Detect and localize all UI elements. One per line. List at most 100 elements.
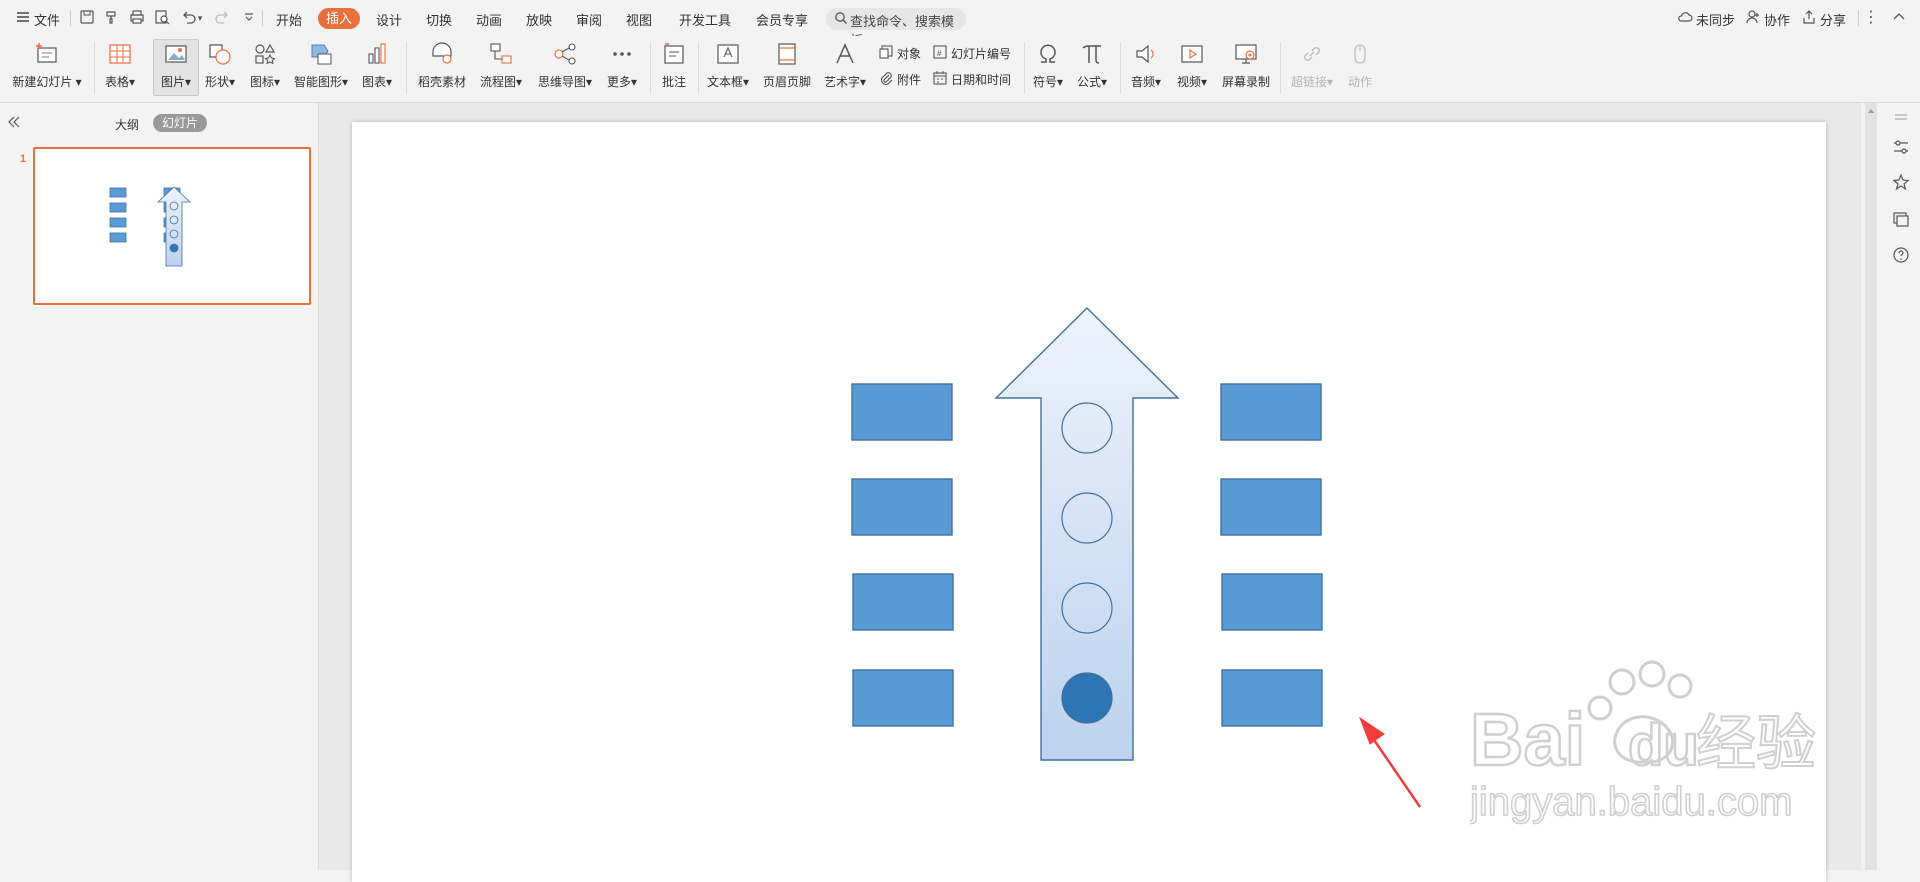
chart-button[interactable]: 图表▾ [356,38,398,98]
datetime-button[interactable]: 日期和时间 [932,68,1018,88]
help-icon[interactable] [1891,245,1911,265]
vertical-scrollbar[interactable] [1865,103,1877,870]
tab-slides[interactable]: 幻灯片 [153,114,208,132]
tab-review[interactable]: 审阅 [576,10,602,29]
animation-star-icon[interactable] [1891,173,1911,193]
properties-sliders-icon[interactable] [1891,137,1911,157]
collapse-panel-icon[interactable] [6,114,22,130]
screen-record-label: 屏幕录制 [1221,75,1270,89]
picture-icon [163,42,189,66]
tab-member[interactable]: 会员专享 [756,10,808,29]
arrow-circle-4[interactable] [1061,672,1113,724]
print-icon[interactable] [128,9,146,27]
header-footer-button[interactable]: 页眉页脚 [758,38,816,98]
watermark-url: jingyan.baidu.com [1470,780,1792,824]
action-label: 动作 [1347,75,1372,89]
right-rectangle-1[interactable] [1220,383,1322,441]
new-slide-label: 新建幻灯片 [12,75,73,89]
scroll-up-icon[interactable] [1868,109,1874,113]
pi-formula-icon [1079,42,1105,66]
collaborate-button[interactable]: 协作 [1764,10,1790,29]
left-rectangle-4[interactable] [852,669,954,727]
audio-button[interactable]: 音频▾ [1126,38,1166,98]
tab-transitions[interactable]: 切换 [426,10,452,29]
left-rectangle-3[interactable] [852,573,954,631]
file-menu[interactable]: 文件 [34,10,60,29]
shape-button[interactable]: 形状▾ [200,38,240,98]
speaker-icon [1133,42,1159,66]
symbol-label: 符号 [1032,75,1057,89]
left-rectangle-1[interactable] [851,383,953,441]
customize-toolbar-icon[interactable] [240,9,258,27]
paperclip-icon [878,70,894,86]
textbox-button[interactable]: 文本框▾ [704,38,752,98]
baidu-jingyan-watermark: Bai du 经验 jingyan.baidu.com [1468,660,1840,830]
screen-record-icon [1233,42,1259,66]
undo-dropdown-icon[interactable]: ▾ [196,9,204,27]
picture-label: 图片 [160,75,185,89]
right-rectangle-4[interactable] [1221,669,1323,727]
share-button[interactable]: 分享 [1820,10,1846,29]
wordart-button[interactable]: 艺术字▾ [820,38,870,98]
screen-record-button[interactable]: 屏幕录制 [1218,38,1274,98]
tab-view[interactable]: 视图 [626,10,652,29]
shape-label: 形状 [204,75,229,89]
redo-icon[interactable] [213,9,231,27]
object-button[interactable]: 对象 [878,42,928,62]
mindmap-icon [552,42,578,66]
video-button[interactable]: 视频▾ [1172,38,1212,98]
tab-developer[interactable]: 开发工具 [679,10,731,29]
daoke-material-icon [429,42,455,66]
table-button[interactable]: 表格▾ [100,38,140,98]
hyperlink-button[interactable]: 超链接▾ [1286,38,1338,98]
more-button[interactable]: 更多▾ [602,38,642,98]
mindmap-button[interactable]: 思维导图▾ [534,38,596,98]
collaborate-icon[interactable] [1744,9,1762,27]
daoke-material-button[interactable]: 稻壳素材 [412,38,472,98]
left-rectangle-2[interactable] [851,478,953,536]
hyperlink-label: 超链接 [1290,75,1327,89]
action-button[interactable]: 动作 [1342,38,1378,98]
tab-home[interactable]: 开始 [276,10,302,29]
slide-transition-icon[interactable] [1891,209,1911,229]
right-rectangle-2[interactable] [1220,478,1322,536]
right-rectangle-3[interactable] [1221,573,1323,631]
picture-button[interactable]: 图片▾ [154,38,198,98]
hamburger-menu-icon[interactable] [14,9,32,27]
collapse-ribbon-icon[interactable] [1890,9,1908,27]
smart-art-button[interactable]: 智能图形▾ [290,38,352,98]
tab-design[interactable]: 设计 [376,10,402,29]
new-slide-button[interactable]: 新建幻灯片 ▾ [8,38,86,98]
tab-insert[interactable]: 插入 [318,8,360,29]
object-icon [878,44,894,60]
ribbon-divider [1120,42,1121,94]
symbol-button[interactable]: 符号▾ [1030,38,1066,98]
formula-label: 公式 [1076,75,1101,89]
mouse-action-icon [1347,42,1373,66]
sync-status[interactable]: 未同步 [1696,10,1735,29]
cloud-sync-icon[interactable] [1676,9,1694,27]
tab-outline[interactable]: 大纲 [115,116,139,133]
formula-button[interactable]: 公式▾ [1072,38,1112,98]
wordart-label: 艺术字 [823,75,860,89]
more-options-icon[interactable]: ⋮ [1862,9,1880,27]
mindmap-label: 思维导图 [537,75,586,89]
share-icon[interactable] [1800,9,1818,27]
ribbon-divider [94,42,95,94]
slide-number-button[interactable]: # 幻灯片编号 [932,42,1018,62]
save-icon[interactable] [78,9,96,27]
menu-divider [1858,10,1859,26]
print-preview-icon[interactable] [153,9,171,27]
format-painter-icon[interactable] [103,9,121,27]
comment-button[interactable]: 批注 [656,38,692,98]
slide-thumbnail[interactable] [33,147,311,305]
tab-animations[interactable]: 动画 [476,10,502,29]
search-command-box[interactable]: 查找命令、搜索模板 [826,8,966,48]
tab-slideshow[interactable]: 放映 [526,10,552,29]
hyperlink-icon [1299,42,1325,66]
flowchart-button[interactable]: 流程图▾ [476,38,526,98]
calendar-icon [932,70,948,86]
icon-button[interactable]: 图标▾ [245,38,285,98]
video-label: 视频 [1176,75,1201,89]
attachment-button[interactable]: 附件 [878,68,928,88]
